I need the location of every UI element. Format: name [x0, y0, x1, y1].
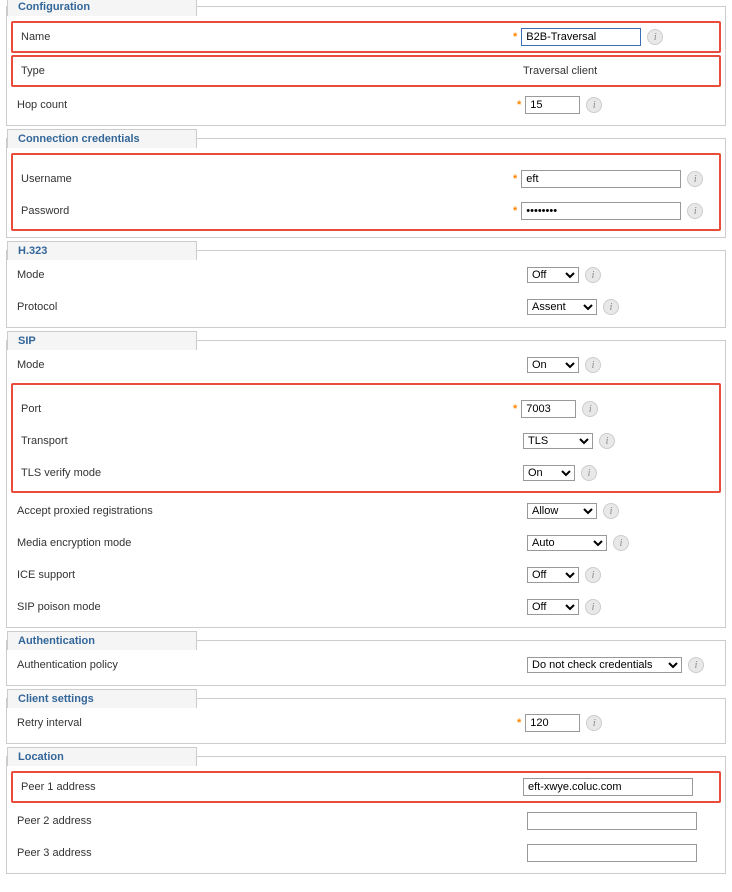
row-username: Username * i	[21, 163, 711, 195]
input-peer3[interactable]	[527, 844, 697, 862]
label-peer3: Peer 3 address	[17, 847, 527, 859]
label-hopcount: Hop count	[17, 99, 517, 111]
info-icon[interactable]: i	[585, 567, 601, 583]
info-icon[interactable]: i	[688, 657, 704, 673]
input-name[interactable]	[521, 28, 641, 46]
required-marker: *	[513, 205, 517, 217]
info-icon[interactable]: i	[585, 357, 601, 373]
value-type: Traversal client	[523, 65, 597, 77]
label-h323-protocol: Protocol	[17, 301, 527, 313]
section-location: Location Peer 1 address Peer 2 address P…	[6, 756, 726, 874]
info-icon[interactable]: i	[586, 715, 602, 731]
row-retry: Retry interval * i	[7, 707, 725, 739]
row-password: Password * i	[21, 195, 711, 227]
input-sip-port[interactable]	[521, 400, 576, 418]
required-marker: *	[513, 31, 517, 43]
highlight-sip: Port * i Transport TLS i TLS verify mode…	[11, 383, 721, 493]
info-icon[interactable]: i	[603, 299, 619, 315]
label-peer1: Peer 1 address	[21, 781, 523, 793]
row-type: Type Traversal client	[11, 55, 721, 87]
required-marker: *	[513, 173, 517, 185]
select-h323-protocol[interactable]: Assent	[527, 299, 597, 315]
required-marker: *	[517, 99, 521, 111]
row-sip-mode: Mode On i	[7, 349, 725, 381]
select-sip-transport[interactable]: TLS	[523, 433, 593, 449]
section-client: Client settings Retry interval * i	[6, 698, 726, 744]
label-sip-port: Port	[21, 403, 513, 415]
section-title-configuration: Configuration	[7, 0, 197, 16]
info-icon[interactable]: i	[687, 203, 703, 219]
highlight-credentials: Username * i Password * i	[11, 153, 721, 231]
row-peer3: Peer 3 address	[7, 837, 725, 869]
row-accept-proxied: Accept proxied registrations Allow i	[7, 495, 725, 527]
select-poison[interactable]: Off	[527, 599, 579, 615]
section-credentials: Connection credentials Username * i Pass…	[6, 138, 726, 238]
select-h323-mode[interactable]: Off	[527, 267, 579, 283]
row-auth-policy: Authentication policy Do not check crede…	[7, 649, 725, 681]
info-icon[interactable]: i	[586, 97, 602, 113]
section-configuration: Configuration Name * i Type Traversal cl…	[6, 6, 726, 126]
row-h323-protocol: Protocol Assent i	[7, 291, 725, 323]
label-password: Password	[21, 205, 513, 217]
section-title-sip: SIP	[7, 331, 197, 350]
row-tls-verify: TLS verify mode On i	[21, 457, 711, 489]
row-hopcount: Hop count * i	[7, 89, 725, 121]
label-h323-mode: Mode	[17, 269, 527, 281]
input-peer2[interactable]	[527, 812, 697, 830]
info-icon[interactable]: i	[603, 503, 619, 519]
label-sip-mode: Mode	[17, 359, 527, 371]
label-sip-transport: Transport	[21, 435, 523, 447]
row-ice: ICE support Off i	[7, 559, 725, 591]
label-name: Name	[21, 31, 513, 43]
select-accept-proxied[interactable]: Allow	[527, 503, 597, 519]
select-media-enc[interactable]: Auto	[527, 535, 607, 551]
select-tls-verify[interactable]: On	[523, 465, 575, 481]
info-icon[interactable]: i	[585, 267, 601, 283]
row-peer2: Peer 2 address	[7, 805, 725, 837]
info-icon[interactable]: i	[687, 171, 703, 187]
label-peer2: Peer 2 address	[17, 815, 527, 827]
row-media-enc: Media encryption mode Auto i	[7, 527, 725, 559]
row-name: Name * i	[11, 21, 721, 53]
select-ice[interactable]: Off	[527, 567, 579, 583]
row-poison: SIP poison mode Off i	[7, 591, 725, 623]
info-icon[interactable]: i	[599, 433, 615, 449]
label-media-enc: Media encryption mode	[17, 537, 527, 549]
input-password[interactable]	[521, 202, 681, 220]
label-ice: ICE support	[17, 569, 527, 581]
row-sip-port: Port * i	[21, 393, 711, 425]
label-poison: SIP poison mode	[17, 601, 527, 613]
info-icon[interactable]: i	[582, 401, 598, 417]
section-title-location: Location	[7, 747, 197, 766]
label-type: Type	[21, 65, 523, 77]
info-icon[interactable]: i	[647, 29, 663, 45]
info-icon[interactable]: i	[613, 535, 629, 551]
input-hopcount[interactable]	[525, 96, 580, 114]
row-sip-transport: Transport TLS i	[21, 425, 711, 457]
label-username: Username	[21, 173, 513, 185]
section-sip: SIP Mode On i Port * i Transport TLS i T…	[6, 340, 726, 628]
required-marker: *	[513, 403, 517, 415]
label-accept-proxied: Accept proxied registrations	[17, 505, 527, 517]
row-peer1: Peer 1 address	[11, 771, 721, 803]
info-icon[interactable]: i	[581, 465, 597, 481]
section-title-credentials: Connection credentials	[7, 129, 197, 148]
label-auth-policy: Authentication policy	[17, 659, 527, 671]
section-h323: H.323 Mode Off i Protocol Assent i	[6, 250, 726, 328]
label-retry: Retry interval	[17, 717, 517, 729]
section-title-h323: H.323	[7, 241, 197, 260]
info-icon[interactable]: i	[585, 599, 601, 615]
row-h323-mode: Mode Off i	[7, 259, 725, 291]
section-title-client: Client settings	[7, 689, 197, 708]
required-marker: *	[517, 717, 521, 729]
input-username[interactable]	[521, 170, 681, 188]
section-title-auth: Authentication	[7, 631, 197, 650]
label-tls-verify: TLS verify mode	[21, 467, 523, 479]
section-auth: Authentication Authentication policy Do …	[6, 640, 726, 686]
input-peer1[interactable]	[523, 778, 693, 796]
input-retry[interactable]	[525, 714, 580, 732]
select-sip-mode[interactable]: On	[527, 357, 579, 373]
select-auth-policy[interactable]: Do not check credentials	[527, 657, 682, 673]
